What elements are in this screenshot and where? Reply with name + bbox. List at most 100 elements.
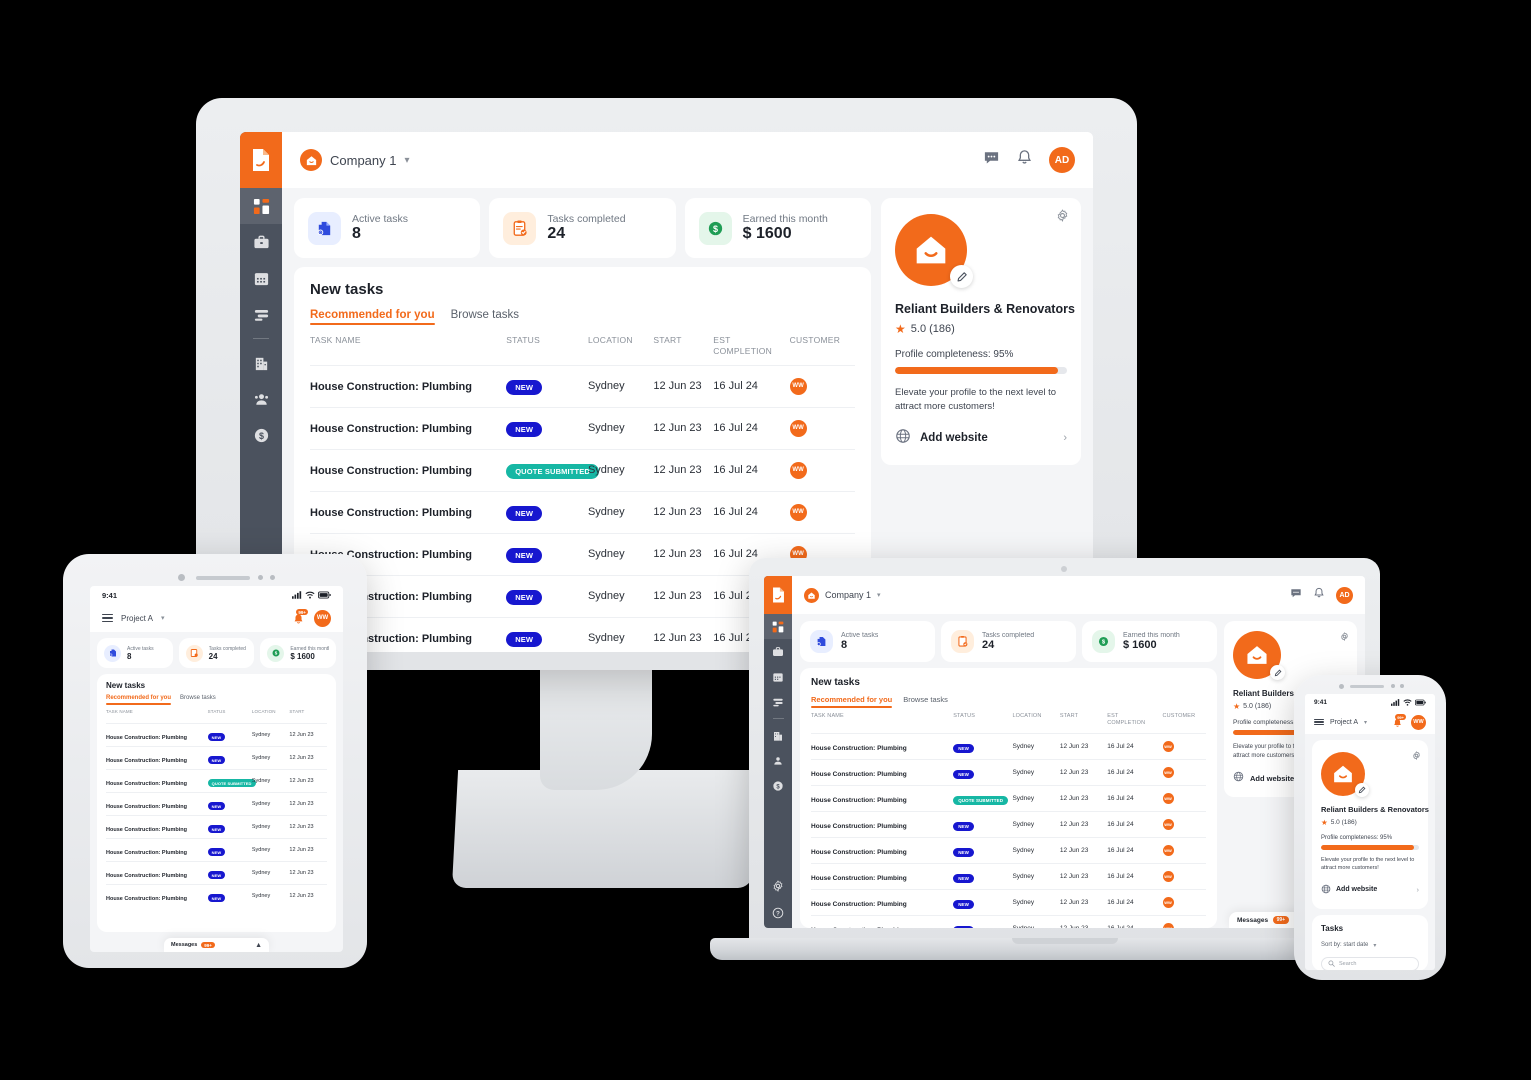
stat-card-earned[interactable]: $ Earned this month $ 1600 (1082, 621, 1217, 662)
sidebar-item-dashboard[interactable] (764, 614, 792, 639)
user-avatar[interactable]: WW (1411, 714, 1426, 730)
gear-icon[interactable] (1340, 628, 1349, 646)
customer-avatar[interactable]: WW (789, 377, 807, 395)
stat-card-earned[interactable]: $ Earned this month $ 1600 (684, 198, 871, 258)
customer-avatar[interactable]: WW (1162, 870, 1174, 882)
pencil-icon[interactable] (950, 265, 973, 288)
table-row[interactable]: House Construction: PlumbingNEW Sydney12 … (811, 758, 1206, 785)
chevron-down-icon[interactable]: ▾ (161, 614, 165, 622)
stat-card-active-tasks[interactable]: Active tasks 8 (800, 621, 935, 662)
table-row[interactable]: House Construction: PlumbingNEW Sydney12 … (811, 888, 1206, 915)
table-row[interactable]: House Construction: Plumbing QUOTE SUBMIT… (310, 448, 855, 491)
table-row[interactable]: House Construction: PlumbingNEW Sydney12 … (811, 810, 1206, 837)
app-logo-icon[interactable] (764, 576, 792, 614)
sidebar-item-help[interactable]: ? (772, 898, 784, 928)
customer-avatar[interactable]: WW (1162, 766, 1174, 778)
stat-text: Active tasks 8 (127, 646, 154, 661)
hamburger-menu-icon[interactable] (1314, 718, 1324, 726)
user-avatar[interactable]: AD (1336, 586, 1353, 604)
topbar-company-switcher[interactable]: Company 1 ▾ (300, 149, 410, 171)
user-avatar[interactable]: AD (1049, 147, 1075, 173)
tab-recommended-for-you[interactable]: Recommended for you (106, 695, 172, 705)
table-row[interactable]: House Construction: PlumbingNEW Sydney12 … (106, 722, 327, 746)
sidebar-item-calendar[interactable] (253, 260, 270, 296)
sidebar-item-calendar[interactable] (772, 664, 784, 689)
pencil-icon[interactable] (1355, 783, 1369, 797)
search-input[interactable]: Search (1321, 956, 1419, 970)
sidebar-item-team[interactable] (772, 748, 784, 773)
sidebar-item-tasks[interactable] (772, 689, 784, 714)
table-row[interactable]: House Construction: PlumbingNEW Sydney12 … (811, 914, 1206, 928)
stat-card-tasks-completed[interactable]: Tasks completed 24 (941, 621, 1076, 662)
table-row[interactable]: House Construction: PlumbingNEW Sydney12 … (310, 406, 855, 449)
sidebar-item-payments[interactable]: $ (772, 773, 784, 798)
messages-icon[interactable] (1290, 586, 1302, 604)
stat-card-active-tasks[interactable]: 0 Active tasks 8 (294, 198, 481, 258)
chevron-down-icon[interactable]: ▾ (404, 155, 409, 166)
customer-avatar[interactable]: WW (789, 419, 807, 437)
table-row[interactable]: House Construction: Plumbing QUOTE SUBMIT… (811, 784, 1206, 811)
table-row[interactable]: House Construction: Plumbing QUOTE SUBMIT… (106, 768, 327, 792)
add-website-row[interactable]: Add website › (895, 428, 1067, 449)
table-row[interactable]: House Construction: PlumbingNEW Sydney12 … (106, 814, 327, 838)
customer-avatar[interactable]: WW (1162, 740, 1174, 752)
chevron-down-icon[interactable]: ▾ (1364, 719, 1367, 726)
messages-icon[interactable] (983, 149, 1000, 171)
sidebar-item-company[interactable] (772, 723, 784, 748)
cell-task-name: House Construction: Plumbing (310, 448, 507, 491)
gear-icon[interactable] (1412, 747, 1421, 765)
gear-icon[interactable] (1056, 209, 1069, 227)
cell-est-completion: 16 Jul 24 (1107, 758, 1163, 785)
sidebar-item-payments[interactable]: $ (253, 417, 270, 453)
sidebar-item-briefcase[interactable] (253, 224, 270, 260)
stat-card-earned[interactable]: $ Earned this month $ 1600 (260, 638, 337, 668)
cell-status: NEW (506, 364, 588, 407)
customer-avatar[interactable]: WW (789, 503, 807, 521)
stat-card-tasks-completed[interactable]: Tasks completed 24 (489, 198, 676, 258)
table-row[interactable]: House Construction: PlumbingNEW Sydney12 … (106, 791, 327, 815)
customer-avatar[interactable]: WW (1162, 896, 1174, 908)
chevron-down-icon[interactable]: ▾ (877, 591, 881, 599)
stat-card-active-tasks[interactable]: Active tasks 8 (97, 638, 173, 668)
table-row[interactable]: House Construction: PlumbingNEW Sydney12 … (811, 836, 1206, 863)
chevron-up-icon[interactable]: ▲ (255, 942, 262, 949)
customer-avatar[interactable]: WW (1162, 844, 1174, 856)
sort-by-selector[interactable]: Sort by: start date ▾ (1321, 942, 1419, 949)
table-row[interactable]: House Construction: PlumbingNEW Sydney12 … (310, 490, 855, 533)
sidebar-item-tasks[interactable] (253, 296, 270, 332)
customer-avatar[interactable]: WW (789, 461, 807, 479)
table-row[interactable]: House Construction: PlumbingNEW Sydney12 … (811, 732, 1206, 759)
tab-recommended-for-you[interactable]: Recommended for you (310, 309, 435, 325)
customer-avatar[interactable]: WW (1162, 818, 1174, 830)
user-avatar[interactable]: WW (314, 609, 331, 627)
topbar-company-switcher[interactable]: Company 1 ▾ (804, 587, 881, 603)
table-row[interactable]: House Construction: PlumbingNEW Sydney12 … (106, 860, 327, 884)
customer-avatar[interactable]: WW (1162, 792, 1174, 804)
app-logo-icon[interactable] (240, 132, 282, 188)
add-website-row[interactable]: Add website › (1321, 881, 1419, 899)
table-row[interactable]: House Construction: PlumbingNEW Sydney12 … (310, 364, 855, 407)
table-row[interactable]: House Construction: PlumbingNEW Sydney12 … (106, 837, 327, 861)
sidebar-item-dashboard[interactable] (240, 188, 282, 224)
tab-recommended-for-you[interactable]: Recommended for you (811, 695, 893, 708)
hamburger-menu-icon[interactable] (102, 614, 113, 622)
tab-browse-tasks[interactable]: Browse tasks (180, 695, 216, 701)
notifications-icon[interactable]: 99+ (290, 609, 308, 626)
customer-avatar[interactable]: WW (1162, 922, 1174, 928)
pencil-icon[interactable] (1270, 665, 1285, 680)
tab-browse-tasks[interactable]: Browse tasks (903, 695, 948, 704)
monitor-neck (540, 660, 652, 790)
table-row[interactable]: House Construction: PlumbingNEW Sydney12 … (811, 862, 1206, 889)
table-row[interactable]: House Construction: PlumbingNEW Sydney12 … (106, 883, 327, 907)
notifications-bell-icon[interactable] (1016, 149, 1033, 171)
sidebar-item-briefcase[interactable] (772, 639, 784, 664)
tab-browse-tasks[interactable]: Browse tasks (451, 309, 519, 321)
messages-bar[interactable]: Messages 99+ ▲ (164, 938, 269, 952)
notifications-icon[interactable]: 99+ (1390, 714, 1406, 729)
sidebar-item-company[interactable] (253, 345, 270, 381)
sidebar-item-team[interactable] (253, 381, 270, 417)
notifications-bell-icon[interactable] (1313, 586, 1325, 604)
table-row[interactable]: House Construction: PlumbingNEW Sydney12 … (106, 745, 327, 769)
stat-card-tasks-completed[interactable]: Tasks completed 24 (178, 638, 255, 668)
sidebar-item-settings[interactable] (772, 874, 784, 898)
